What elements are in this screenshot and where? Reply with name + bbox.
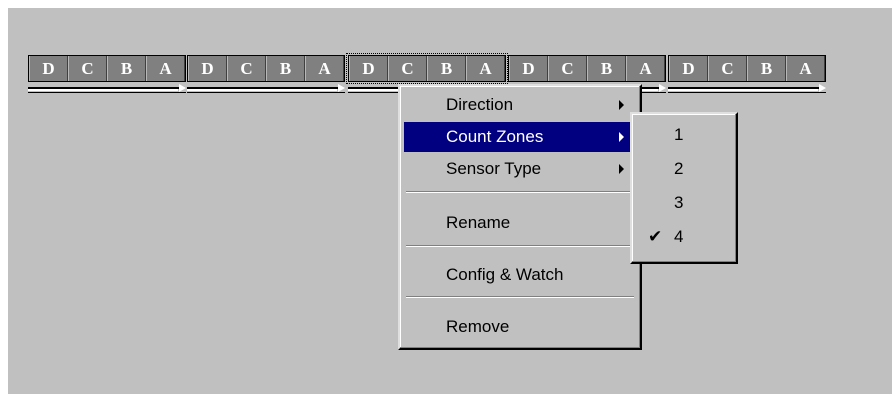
zone-label[interactable]: A: [146, 56, 185, 81]
submenu-item-label: 3: [674, 193, 684, 212]
menu-item-label: Config & Watch: [446, 265, 564, 284]
sensor-zones: D C B A: [668, 55, 826, 82]
zone-label[interactable]: C: [68, 56, 107, 81]
zone-label[interactable]: D: [349, 56, 388, 81]
zone-label[interactable]: D: [669, 56, 708, 81]
menu-item-label: Count Zones: [446, 127, 544, 146]
menu-item-remove[interactable]: Remove: [404, 312, 636, 342]
zone-label[interactable]: D: [509, 56, 548, 81]
zone-label[interactable]: B: [427, 56, 466, 81]
sensor-zones: D C B A: [28, 55, 186, 82]
zone-label[interactable]: B: [747, 56, 786, 81]
submenu-arrow-icon: [619, 100, 624, 110]
zone-label[interactable]: A: [305, 56, 344, 81]
menu-item-direction[interactable]: Direction: [404, 90, 636, 120]
sensor-zones: D C B A: [508, 55, 666, 82]
direction-arrow-icon: [28, 84, 186, 94]
zone-label[interactable]: A: [466, 56, 505, 81]
submenu-item-label: 1: [674, 125, 684, 144]
menu-item-label: Sensor Type: [446, 159, 542, 178]
workspace-canvas[interactable]: D C B A D C B A D C B A D C B A D C B A …: [8, 8, 892, 394]
menu-item-label: Rename: [446, 213, 511, 232]
submenu-item-1[interactable]: 1: [636, 120, 732, 150]
submenu-item-4[interactable]: ✔ 4: [636, 222, 732, 252]
zone-label[interactable]: C: [227, 56, 266, 81]
zone-label[interactable]: D: [188, 56, 227, 81]
menu-item-rename[interactable]: Rename: [404, 208, 636, 238]
zone-label[interactable]: D: [29, 56, 68, 81]
submenu-arrow-icon: [619, 164, 624, 174]
zone-label[interactable]: C: [548, 56, 587, 81]
direction-arrow-icon: [187, 84, 345, 94]
menu-item-sensor-type[interactable]: Sensor Type: [404, 154, 636, 184]
zone-label[interactable]: C: [388, 56, 427, 81]
zone-label[interactable]: A: [786, 56, 825, 81]
menu-item-config-watch[interactable]: Config & Watch: [404, 260, 636, 290]
sensor-zones: D C B A: [187, 55, 345, 82]
sensor-bar[interactable]: D C B A: [28, 55, 186, 97]
count-zones-submenu: 1 2 3 ✔ 4: [630, 112, 738, 264]
zone-label[interactable]: B: [266, 56, 305, 81]
menu-separator: [406, 296, 634, 298]
submenu-item-label: 2: [674, 159, 684, 178]
zone-label[interactable]: B: [587, 56, 626, 81]
submenu-item-2[interactable]: 2: [636, 154, 732, 184]
context-menu: Direction Count Zones Sensor Type Rename…: [398, 84, 642, 350]
direction-arrow-icon: [668, 84, 826, 94]
submenu-item-label: 4: [674, 227, 684, 246]
menu-item-label: Direction: [446, 95, 514, 114]
zone-label[interactable]: A: [626, 56, 665, 81]
sensor-bar[interactable]: D C B A: [668, 55, 826, 97]
checkmark-icon: ✔: [648, 227, 663, 246]
sensor-bar[interactable]: D C B A: [187, 55, 345, 97]
submenu-arrow-icon: [619, 132, 624, 142]
menu-item-count-zones[interactable]: Count Zones: [404, 122, 636, 152]
zone-label[interactable]: B: [107, 56, 146, 81]
menu-separator: [406, 245, 634, 247]
menu-item-label: Remove: [446, 317, 510, 336]
sensor-zones: D C B A: [346, 53, 508, 84]
zone-label[interactable]: C: [708, 56, 747, 81]
menu-separator: [406, 191, 634, 193]
submenu-item-3[interactable]: 3: [636, 188, 732, 218]
